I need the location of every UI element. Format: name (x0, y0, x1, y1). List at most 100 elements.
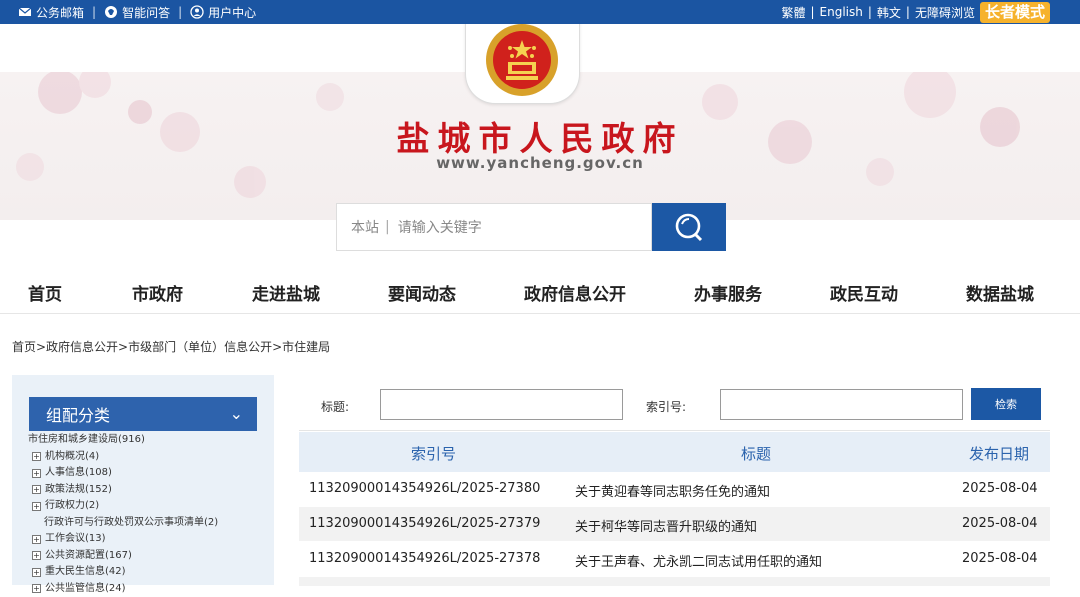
mail-link-label: 公务邮箱 (36, 4, 84, 21)
nav-about-yancheng[interactable]: 走进盐城 (252, 280, 320, 305)
separator: | (810, 5, 814, 19)
expand-icon[interactable]: + (32, 502, 41, 511)
search-input[interactable]: 本站 | 请输入关键字 (336, 203, 652, 251)
expand-icon[interactable]: + (32, 568, 41, 577)
search-icon (672, 210, 706, 244)
index-filter-input[interactable] (720, 389, 963, 420)
main-nav: 首页 市政府 走进盐城 要闻动态 政府信息公开 办事服务 政民互动 数据盐城 (0, 270, 1080, 314)
emblem-frame (465, 24, 580, 104)
filter-search-button[interactable]: 检索 (971, 388, 1041, 420)
top-bar: 公务邮箱 | 智能问答 | 用户中心 繁體 | English | 韩文 | 无… (0, 0, 1080, 24)
sidebar: 组配分类 ⌄ 市住房和城乡建设局(916) + 机构概况(4) + 人事信息(108… (12, 375, 274, 585)
expand-icon[interactable]: + (32, 551, 41, 560)
tree-item[interactable]: + 人事信息(108) (28, 465, 218, 482)
tree-item-label: 行政权力(2) (45, 498, 99, 515)
nav-news[interactable]: 要闻动态 (388, 280, 456, 305)
nav-interaction[interactable]: 政民互动 (830, 280, 898, 305)
nav-home[interactable]: 首页 (28, 280, 62, 305)
column-header-title: 标题 (741, 443, 771, 464)
nav-city-government[interactable]: 市政府 (132, 280, 183, 305)
mail-link[interactable]: 公务邮箱 (18, 4, 84, 21)
tree-item[interactable]: + 公共资源配置(167) (28, 548, 218, 565)
breadcrumb[interactable]: 首页>政府信息公开>市级部门（单位）信息公开>市住建局 (12, 338, 330, 355)
column-header-index: 索引号 (411, 443, 456, 464)
top-right-links: 繁體 | English | 韩文 | 无障碍浏览 长者模式 (781, 0, 1050, 24)
column-header-date: 发布日期 (969, 443, 1029, 464)
category-tree: 市住房和城乡建设局(916) + 机构概况(4) + 人事信息(108) + 政策法规… (28, 432, 218, 597)
top-links: 公务邮箱 | 智能问答 | 用户中心 (18, 0, 256, 24)
search-bar: 本站 | 请输入关键字 (336, 203, 726, 251)
expand-icon[interactable]: + (32, 485, 41, 494)
tree-item[interactable]: + 重大民生信息(42) (28, 564, 218, 581)
index-filter-label: 索引号: (646, 398, 686, 415)
separator: | (92, 5, 96, 19)
row-date: 2025-08-04 (962, 551, 1038, 566)
tree-item-label: 公共监管信息(24) (45, 581, 126, 597)
tree-root[interactable]: 市住房和城乡建设局(916) (28, 432, 218, 449)
qa-link[interactable]: 智能问答 (104, 4, 170, 21)
national-emblem-icon (466, 24, 579, 102)
row-date: 2025-08-04 (962, 481, 1038, 496)
row-title-link[interactable]: 关于柯华等同志晋升职级的通知 (575, 516, 757, 535)
nav-data[interactable]: 数据盐城 (966, 280, 1034, 305)
user-icon (190, 5, 204, 19)
chevron-down-icon[interactable]: ⌄ (230, 404, 243, 423)
row-date: 2025-08-04 (962, 516, 1038, 531)
tree-item-label: 机构概况(4) (45, 449, 99, 466)
expand-icon[interactable]: + (32, 452, 41, 461)
separator: | (868, 5, 872, 19)
row-title-link[interactable]: 关于黄迎春等同志职务任免的通知 (575, 481, 770, 500)
tree-item-label: 人事信息(108) (45, 465, 112, 482)
tree-item-label: 重大民生信息(42) (45, 564, 126, 581)
accessible-browse-link[interactable]: 无障碍浏览 (915, 4, 975, 21)
english-link[interactable]: English (820, 5, 863, 19)
sidebar-header[interactable]: 组配分类 ⌄ (29, 397, 257, 431)
tree-item-label: 行政许可与行政处罚双公示事项清单(2) (44, 515, 218, 532)
nav-services[interactable]: 办事服务 (694, 280, 762, 305)
header-banner: 盐城市人民政府 www.yancheng.gov.cn 本站 | 请输入关键字 (0, 24, 1080, 269)
row-title-link[interactable]: 关于王声春、尤永凯二同志试用任职的通知 (575, 551, 822, 570)
title-filter-label: 标题: (321, 398, 349, 415)
tree-item[interactable]: + 工作会议(13) (28, 531, 218, 548)
tree-item[interactable]: + 政策法规(152) (28, 482, 218, 499)
table-header: 索引号 标题 发布日期 (299, 432, 1050, 472)
tree-item[interactable]: + 机构概况(4) (28, 449, 218, 466)
row-index: 11320900014354926L/2025-27378 (309, 551, 540, 566)
table-row: 11320900014354926L/2025-27378 关于王声春、尤永凯二… (299, 542, 1050, 577)
search-divider: | (385, 219, 390, 235)
user-center-link[interactable]: 用户中心 (190, 4, 256, 21)
tree-subitem[interactable]: 行政许可与行政处罚双公示事项清单(2) (28, 515, 218, 532)
search-button[interactable] (652, 203, 726, 251)
qa-link-label: 智能问答 (122, 4, 170, 21)
tree-item[interactable]: + 行政权力(2) (28, 498, 218, 515)
expand-icon[interactable]: + (32, 469, 41, 478)
nav-info-disclosure[interactable]: 政府信息公开 (524, 280, 626, 305)
table-row: 11320900014354926L/2025-27380 关于黄迎春等同志职务… (299, 472, 1050, 507)
tree-item-label: 政策法规(152) (45, 482, 112, 499)
tree-item-label: 工作会议(13) (45, 531, 106, 548)
chat-icon (104, 5, 118, 19)
tree-item[interactable]: + 公共监管信息(24) (28, 581, 218, 597)
row-index: 11320900014354926L/2025-27380 (309, 481, 540, 496)
separator: | (178, 5, 182, 19)
search-filter: 标题: 索引号: 检索 (299, 378, 1050, 431)
korean-link[interactable]: 韩文 (877, 4, 901, 21)
expand-icon[interactable]: + (32, 535, 41, 544)
user-center-label: 用户中心 (208, 4, 256, 21)
site-title: 盐城市人民政府 (0, 112, 1080, 160)
separator: | (906, 5, 910, 19)
document-table: 索引号 标题 发布日期 11320900014354926L/2025-2738… (299, 432, 1050, 587)
table-row: 11320900014354926L/2025-27379 关于柯华等同志晋升职… (299, 507, 1050, 542)
search-scope: 本站 (351, 217, 379, 237)
tree-item-label: 公共资源配置(167) (45, 548, 132, 565)
expand-icon[interactable]: + (32, 584, 41, 593)
table-row-partial (299, 577, 1050, 587)
title-filter-input[interactable] (380, 389, 623, 420)
traditional-chinese-link[interactable]: 繁體 (781, 4, 805, 21)
sidebar-title: 组配分类 (46, 402, 110, 426)
site-url: www.yancheng.gov.cn (0, 154, 1080, 172)
search-placeholder: 请输入关键字 (398, 217, 482, 237)
row-index: 11320900014354926L/2025-27379 (309, 516, 540, 531)
mail-icon (18, 5, 32, 19)
elder-mode-button[interactable]: 长者模式 (980, 2, 1050, 23)
